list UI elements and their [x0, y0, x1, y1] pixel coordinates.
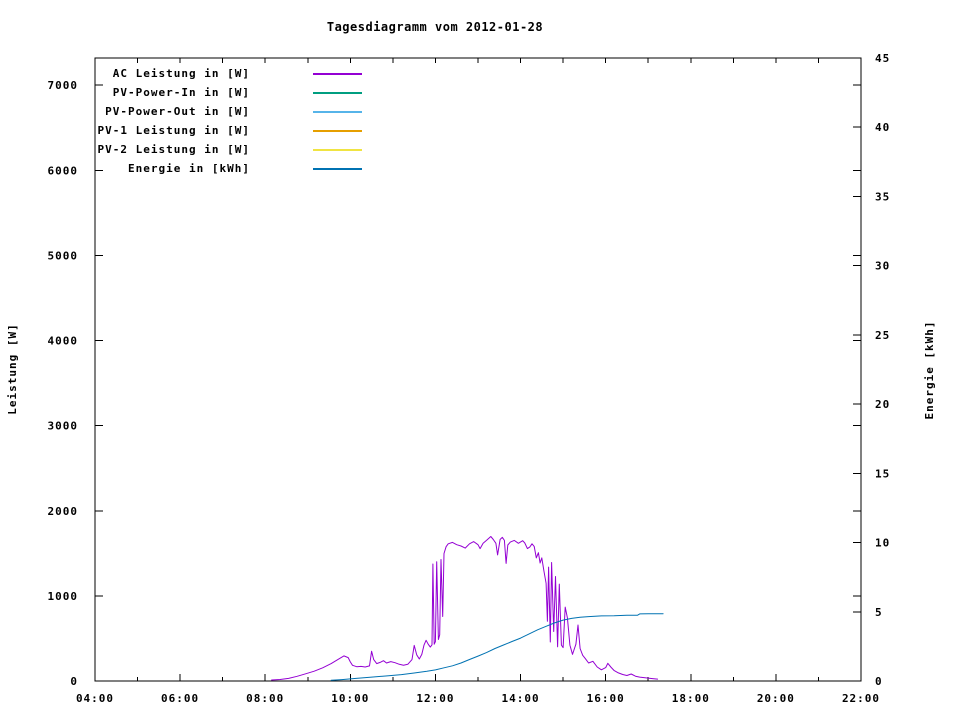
- legend-item: PV-1 Leistung in [W]: [0, 121, 370, 140]
- left-tick-label: 5000: [48, 249, 79, 262]
- left-tick-label: 1000: [48, 590, 79, 603]
- legend-label: PV-1 Leistung in [W]: [97, 124, 250, 137]
- legend-item: AC Leistung in [W]: [0, 64, 370, 83]
- left-tick-label: 2000: [48, 505, 79, 518]
- right-tick-label: 10: [875, 537, 890, 550]
- legend-label: PV-Power-In in [W]: [112, 86, 250, 99]
- right-tick-label: 0: [875, 675, 883, 688]
- legend-swatch: [313, 167, 362, 170]
- legend-swatch: [313, 91, 362, 94]
- legend-item: PV-Power-In in [W]: [0, 83, 370, 102]
- x-tick-label: 16:00: [587, 692, 625, 705]
- x-tick-label: 04:00: [76, 692, 114, 705]
- x-tick-label: 10:00: [331, 692, 369, 705]
- legend-label: Energie in [kWh]: [128, 162, 250, 175]
- x-tick-label: 20:00: [757, 692, 795, 705]
- chart-container: Tagesdiagramm vom 2012-01-28 Leistung [W…: [0, 0, 960, 720]
- right-tick-label: 30: [875, 260, 890, 273]
- right-tick-label: 45: [875, 52, 890, 65]
- legend-swatch: [313, 148, 362, 151]
- x-tick-label: 08:00: [246, 692, 284, 705]
- legend-label: AC Leistung in [W]: [112, 67, 250, 80]
- right-tick-label: 15: [875, 467, 890, 480]
- x-tick-label: 12:00: [416, 692, 454, 705]
- legend: AC Leistung in [W] PV-Power-In in [W] PV-P…: [0, 64, 370, 178]
- right-tick-label: 35: [875, 190, 890, 203]
- legend-item: Energie in [kWh]: [0, 159, 370, 178]
- left-tick-label: 4000: [48, 335, 79, 348]
- left-tick-label: 0: [70, 675, 78, 688]
- x-tick-label: 14:00: [501, 692, 539, 705]
- series-line: [271, 536, 659, 681]
- legend-swatch: [313, 72, 362, 75]
- left-tick-label: 3000: [48, 420, 79, 433]
- right-tick-label: 5: [875, 606, 883, 619]
- legend-label: PV-2 Leistung in [W]: [97, 143, 250, 156]
- x-tick-label: 18:00: [672, 692, 710, 705]
- x-tick-label: 22:00: [842, 692, 880, 705]
- legend-item: PV-2 Leistung in [W]: [0, 140, 370, 159]
- right-tick-label: 25: [875, 329, 890, 342]
- right-tick-label: 20: [875, 398, 890, 411]
- x-tick-label: 06:00: [161, 692, 199, 705]
- legend-item: PV-Power-Out in [W]: [0, 102, 370, 121]
- legend-label: PV-Power-Out in [W]: [105, 105, 250, 118]
- legend-swatch: [313, 110, 362, 113]
- legend-swatch: [313, 129, 362, 132]
- right-tick-label: 40: [875, 121, 890, 134]
